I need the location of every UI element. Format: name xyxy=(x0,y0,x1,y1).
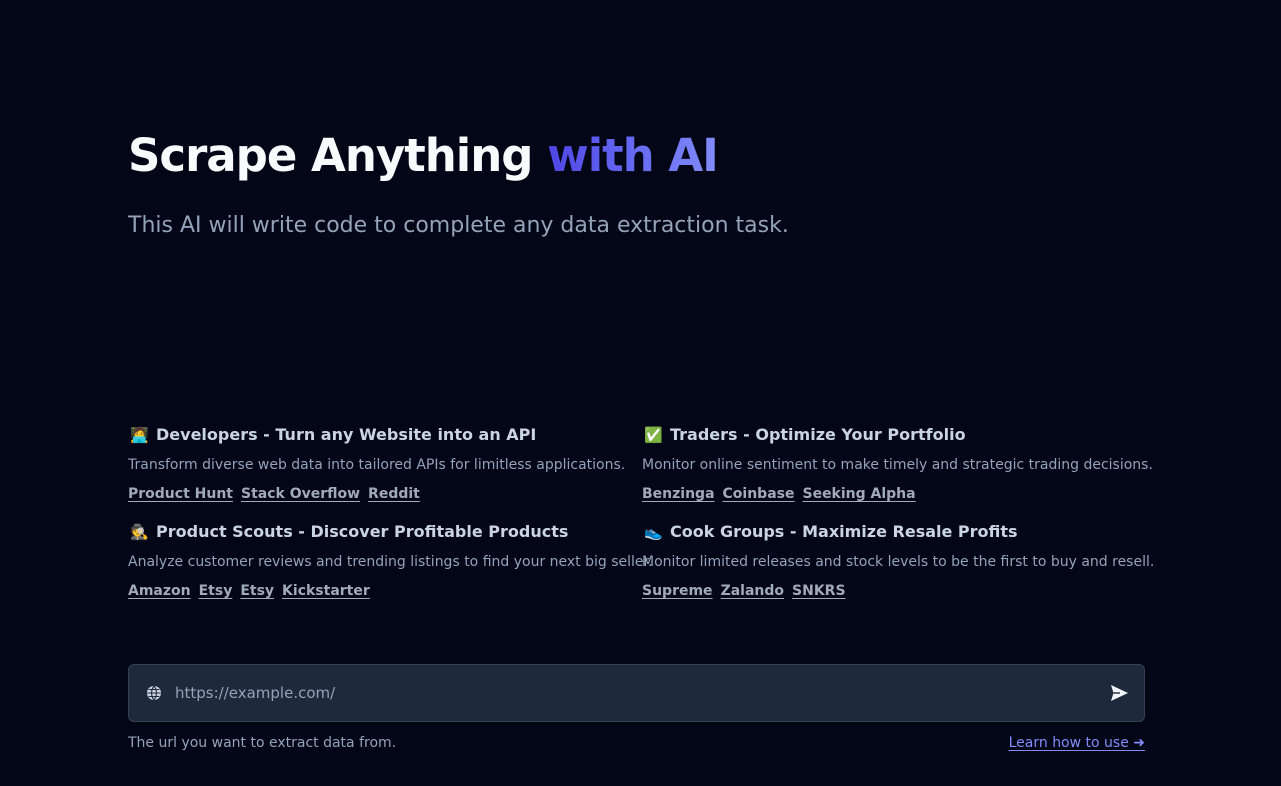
use-case-title-text: Traders - Optimize Your Portfolio xyxy=(670,425,966,444)
page-subtitle: This AI will write code to complete any … xyxy=(128,213,789,238)
example-link-coinbase[interactable]: Coinbase xyxy=(723,484,795,504)
use-case-description: Monitor online sentiment to make timely … xyxy=(642,457,1153,473)
use-case-title: 👟 Cook Groups - Maximize Resale Profits xyxy=(642,520,1148,544)
example-link-product-hunt[interactable]: Product Hunt xyxy=(128,484,233,504)
page-title: Scrape Anything with AI xyxy=(128,127,719,185)
use-case-title: ✅ Traders - Optimize Your Portfolio xyxy=(642,423,1148,447)
example-link-etsy-2[interactable]: Etsy xyxy=(240,581,274,601)
example-link-snkrs[interactable]: SNKRS xyxy=(792,581,846,601)
use-case-product-scouts: 🕵️ Product Scouts - Discover Profitable P… xyxy=(128,520,653,601)
example-link-amazon[interactable]: Amazon xyxy=(128,581,191,601)
use-case-title-text: Developers - Turn any Website into an AP… xyxy=(156,425,537,444)
use-case-description: Transform diverse web data into tailored… xyxy=(128,457,626,473)
example-link-seeking-alpha[interactable]: Seeking Alpha xyxy=(802,484,915,504)
example-link-kickstarter[interactable]: Kickstarter xyxy=(282,581,370,601)
use-case-title-text: Product Scouts - Discover Profitable Pro… xyxy=(156,522,569,541)
example-link-supreme[interactable]: Supreme xyxy=(642,581,713,601)
use-case-developers: 🧑‍💻 Developers - Turn any Website into an… xyxy=(128,423,642,504)
example-link-benzinga[interactable]: Benzinga xyxy=(642,484,715,504)
check-mark-emoji-icon: ✅ xyxy=(644,426,663,444)
use-case-traders: ✅ Traders - Optimize Your Portfolio Monit… xyxy=(642,423,1153,504)
use-case-description: Monitor limited releases and stock level… xyxy=(642,554,1155,570)
use-case-cook-groups: 👟 Cook Groups - Maximize Resale Profits M… xyxy=(642,520,1155,601)
use-case-title: 🧑‍💻 Developers - Turn any Website into an… xyxy=(128,423,642,447)
title-accent: with AI xyxy=(547,129,719,182)
example-link-etsy[interactable]: Etsy xyxy=(199,581,233,601)
submit-button[interactable] xyxy=(1108,682,1130,704)
use-case-grid: 🧑‍💻 Developers - Turn any Website into an… xyxy=(128,423,1155,601)
detective-emoji-icon: 🕵️ xyxy=(130,523,149,541)
globe-icon xyxy=(147,685,161,701)
url-input[interactable] xyxy=(175,679,1095,707)
page: Scrape Anything with AI This AI will wri… xyxy=(0,0,1281,786)
url-input-container xyxy=(128,664,1145,722)
example-links: Product Hunt Stack Overflow Reddit xyxy=(128,484,642,504)
learn-how-to-use-link[interactable]: Learn how to use ➜ xyxy=(1009,733,1145,753)
use-case-description: Analyze customer reviews and trending li… xyxy=(128,554,653,570)
use-case-title: 🕵️ Product Scouts - Discover Profitable P… xyxy=(128,520,642,544)
developer-emoji-icon: 🧑‍💻 xyxy=(130,426,149,444)
url-helper-text: The url you want to extract data from. xyxy=(128,735,397,751)
example-link-reddit[interactable]: Reddit xyxy=(368,484,420,504)
example-links: Supreme Zalando SNKRS xyxy=(642,581,1148,601)
title-main: Scrape Anything xyxy=(128,129,548,182)
send-icon xyxy=(1111,685,1128,701)
example-link-zalando[interactable]: Zalando xyxy=(721,581,784,601)
example-links: Amazon Etsy Etsy Kickstarter xyxy=(128,581,642,601)
sneaker-emoji-icon: 👟 xyxy=(644,523,663,541)
use-case-title-text: Cook Groups - Maximize Resale Profits xyxy=(670,522,1018,541)
example-link-stack-overflow[interactable]: Stack Overflow xyxy=(241,484,360,504)
example-links: Benzinga Coinbase Seeking Alpha xyxy=(642,484,1148,504)
